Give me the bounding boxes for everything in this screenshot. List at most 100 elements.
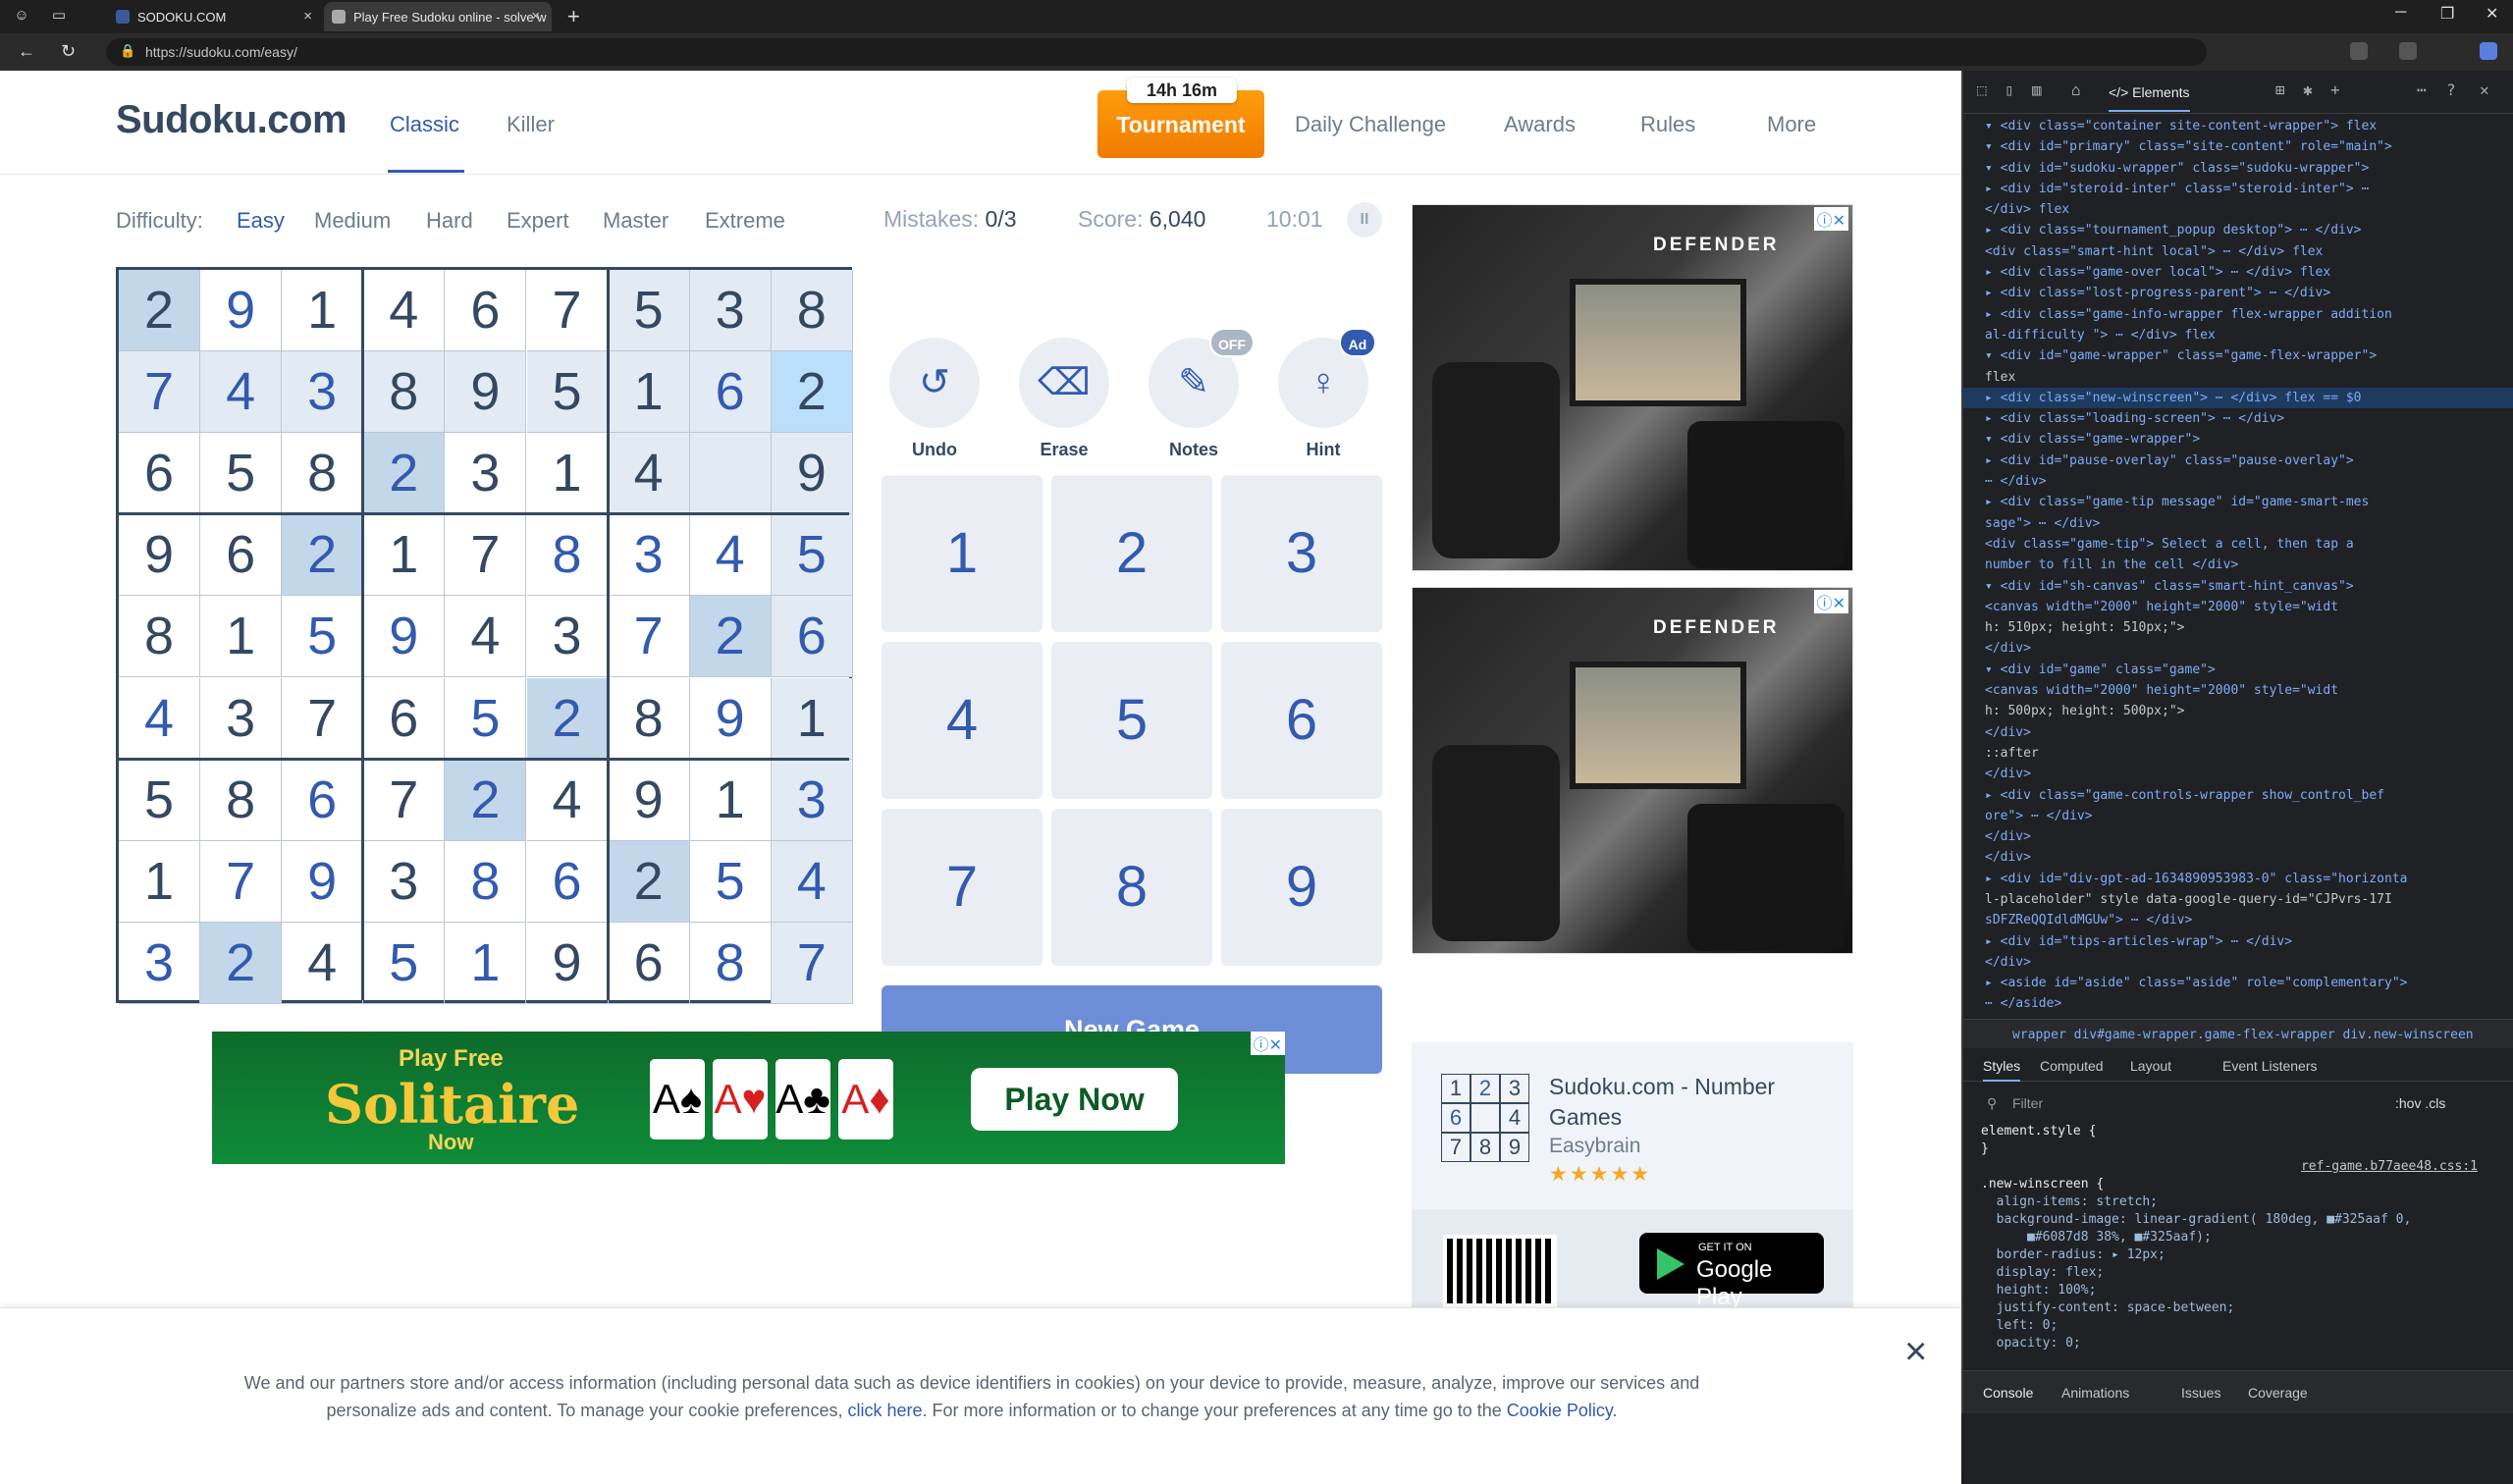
difficulty-extreme[interactable]: Extreme — [705, 208, 785, 234]
board-cell[interactable]: 5 — [200, 433, 283, 515]
board-cell[interactable]: 7 — [200, 840, 283, 923]
cookie-policy-link[interactable]: Cookie Policy — [1507, 1401, 1613, 1420]
board-cell[interactable]: 8 — [119, 596, 200, 678]
drawer-tab-coverage[interactable]: Coverage — [2248, 1385, 2308, 1401]
defender-ad-bottom[interactable]: DEFENDER ⓘ✕ — [1412, 587, 1853, 954]
google-play-button[interactable]: GET IT ON Google Play — [1639, 1233, 1824, 1310]
dom-node-line[interactable]: ore"> ⋯ </div> — [1963, 806, 2513, 826]
tab-close-icon[interactable]: × — [531, 8, 540, 25]
solitaire-play-now-button[interactable]: Play Now — [971, 1068, 1178, 1131]
numpad-key-5[interactable]: 5 — [1051, 642, 1212, 799]
board-cell[interactable]: 2 — [363, 433, 446, 515]
drawer-tab-issues[interactable]: Issues — [2181, 1385, 2220, 1401]
board-cell[interactable]: 7 — [608, 596, 690, 678]
board-cell[interactable]: 1 — [363, 514, 446, 597]
profile-icon[interactable]: ☺ — [12, 6, 31, 26]
new-tab-button[interactable]: + — [567, 4, 580, 29]
board-cell[interactable]: 4 — [119, 677, 200, 760]
site-logo[interactable]: Sudoku.com — [116, 98, 348, 142]
board-cell[interactable]: 8 — [526, 514, 609, 597]
dom-node-line[interactable]: flex — [1963, 367, 2513, 388]
cookie-click-here-link[interactable]: click here — [847, 1401, 922, 1420]
board-cell[interactable]: 5 — [608, 270, 690, 351]
board-cell[interactable]: 5 — [282, 596, 364, 678]
dom-node-line[interactable]: ▸ <div class="new-winscreen"> ⋯ </div> f… — [1963, 387, 2513, 409]
board-cell[interactable]: 4 — [363, 270, 446, 351]
browser-tab-sodoku[interactable]: SODOKU.COM × — [88, 2, 324, 31]
board-cell[interactable]: 9 — [363, 596, 446, 678]
board-cell[interactable]: 3 — [689, 270, 772, 351]
board-cell[interactable]: 6 — [119, 433, 200, 515]
board-cell[interactable]: 2 — [526, 677, 609, 760]
board-cell[interactable]: 6 — [608, 922, 690, 1004]
dom-node-line[interactable]: ::after — [1963, 743, 2513, 764]
dom-node-line[interactable]: h: 500px; height: 500px;"> — [1963, 701, 2513, 721]
devtools-tab-elements[interactable]: </> Elements — [2109, 84, 2190, 112]
help-icon[interactable]: ? — [2446, 80, 2456, 99]
board-cell[interactable]: 6 — [363, 677, 446, 760]
board-cell[interactable]: 7 — [445, 514, 527, 597]
nav-rules[interactable]: Rules — [1640, 112, 1695, 137]
board-cell[interactable]: 1 — [526, 433, 609, 515]
dom-node-line[interactable]: ▾ <div id="game" class="game"> — [1963, 660, 2513, 680]
erase-button[interactable]: ⌫ — [1019, 338, 1109, 428]
numpad-key-8[interactable]: 8 — [1051, 809, 1212, 966]
tab-styles[interactable]: Styles — [1983, 1058, 2021, 1082]
board-cell[interactable]: 5 — [526, 351, 609, 434]
url-field[interactable]: 🔒 https://sudoku.com/easy/ — [106, 38, 2207, 66]
style-rule-line[interactable]: } — [1981, 1140, 2501, 1158]
board-cell[interactable]: 5 — [771, 514, 853, 597]
minimize-button[interactable]: ─ — [2395, 4, 2406, 22]
board-cell[interactable]: 8 — [608, 677, 690, 760]
difficulty-expert[interactable]: Expert — [507, 208, 569, 234]
board-cell[interactable]: 8 — [200, 759, 283, 841]
board-cell[interactable]: 6 — [200, 514, 283, 597]
dom-node-line[interactable]: ▸ <div class="game-controls-wrapper show… — [1963, 785, 2513, 806]
style-rule-line[interactable]: ■#6087d8 38%, ■#325aaf); — [1981, 1229, 2501, 1246]
style-rule-line[interactable]: element.style { — [1981, 1123, 2501, 1140]
board-cell[interactable]: 5 — [363, 922, 446, 1004]
dom-node-line[interactable]: </div> — [1963, 847, 2513, 868]
board-cell[interactable]: 3 — [608, 514, 690, 597]
board-cell[interactable]: 6 — [526, 840, 609, 923]
dom-node-line[interactable]: </div> — [1963, 826, 2513, 847]
board-cell[interactable]: 6 — [282, 759, 364, 841]
board-cell[interactable]: 9 — [282, 840, 364, 923]
board-cell[interactable]: 9 — [200, 270, 283, 351]
board-cell[interactable]: 2 — [771, 351, 853, 434]
close-devtools-icon[interactable]: ✕ — [2480, 80, 2489, 99]
board-cell[interactable]: 8 — [771, 270, 853, 351]
tab-actions-icon[interactable]: ▭ — [49, 6, 69, 26]
board-cell[interactable]: 3 — [282, 351, 364, 434]
dom-node-line[interactable]: </div> — [1963, 638, 2513, 659]
board-cell[interactable]: 1 — [771, 677, 853, 760]
board-cell[interactable]: 8 — [689, 922, 772, 1004]
board-cell[interactable]: 3 — [363, 840, 446, 923]
board-cell[interactable]: 4 — [526, 759, 609, 841]
dom-node-line[interactable]: <div class="smart-hint local"> ⋯ </div> … — [1963, 241, 2513, 262]
board-cell[interactable]: 6 — [689, 351, 772, 434]
board-cell[interactable]: 7 — [526, 270, 609, 351]
nav-daily-challenge[interactable]: Daily Challenge — [1295, 112, 1446, 137]
board-cell[interactable]: 8 — [282, 433, 364, 515]
dom-node-line[interactable]: ▸ <div class="game-tip message" id="game… — [1963, 492, 2513, 512]
board-cell[interactable]: 1 — [200, 596, 283, 678]
extension-icon[interactable] — [2350, 42, 2368, 60]
inspect-icon[interactable]: ⬚ — [1977, 80, 1987, 99]
dom-node-line[interactable]: ▾ <div class="game-wrapper"> — [1963, 429, 2513, 450]
board-cell[interactable]: 2 — [200, 922, 283, 1004]
board-cell[interactable]: 3 — [445, 433, 527, 515]
difficulty-easy[interactable]: Easy — [237, 208, 285, 234]
difficulty-hard[interactable]: Hard — [426, 208, 473, 234]
board-cell[interactable]: 5 — [119, 759, 200, 841]
tab-event-listeners[interactable]: Event Listeners — [2222, 1058, 2318, 1074]
sidebar-icon[interactable]: ▥ — [2032, 80, 2042, 99]
sudoku-board[interactable]: 2914675387438951626582314996217834581594… — [116, 267, 853, 1004]
board-cell[interactable]: 1 — [445, 922, 527, 1004]
numpad-key-4[interactable]: 4 — [882, 642, 1043, 799]
nav-awards[interactable]: Awards — [1504, 112, 1576, 137]
board-cell[interactable]: 2 — [608, 840, 690, 923]
board-cell[interactable]: 9 — [771, 433, 853, 515]
board-cell[interactable]: 2 — [119, 270, 200, 351]
more-options-icon[interactable]: ⋯ — [2417, 80, 2427, 99]
